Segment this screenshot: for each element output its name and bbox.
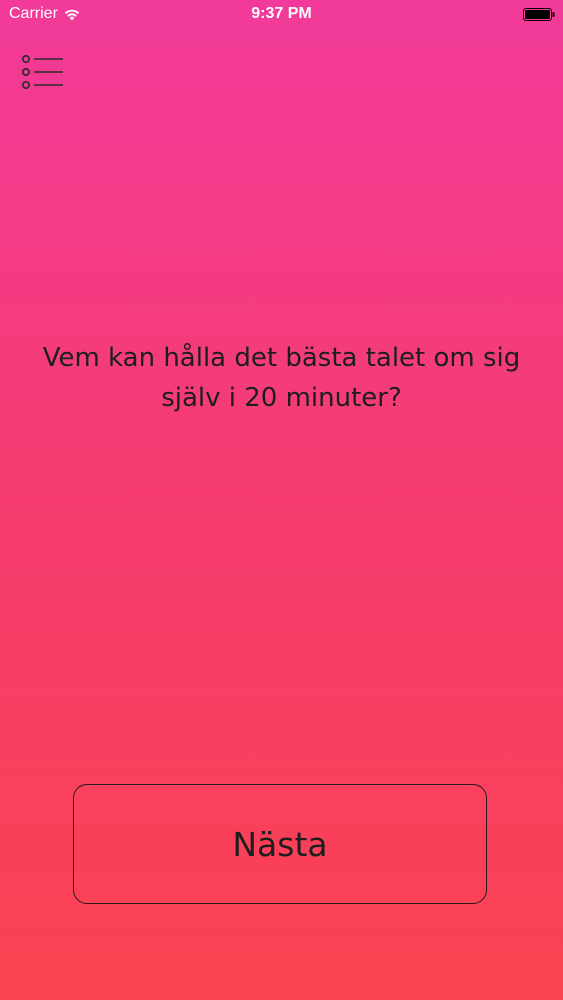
next-button[interactable]: Nästa xyxy=(73,784,487,904)
list-menu-icon[interactable] xyxy=(20,54,64,92)
next-button-label: Nästa xyxy=(232,824,328,864)
status-time: 9:37 PM xyxy=(251,5,312,22)
status-bar: Carrier 9:37 PM xyxy=(0,0,563,30)
battery-icon xyxy=(523,8,555,21)
question-text: Vem kan hålla det bästa talet om sig sjä… xyxy=(42,343,521,413)
